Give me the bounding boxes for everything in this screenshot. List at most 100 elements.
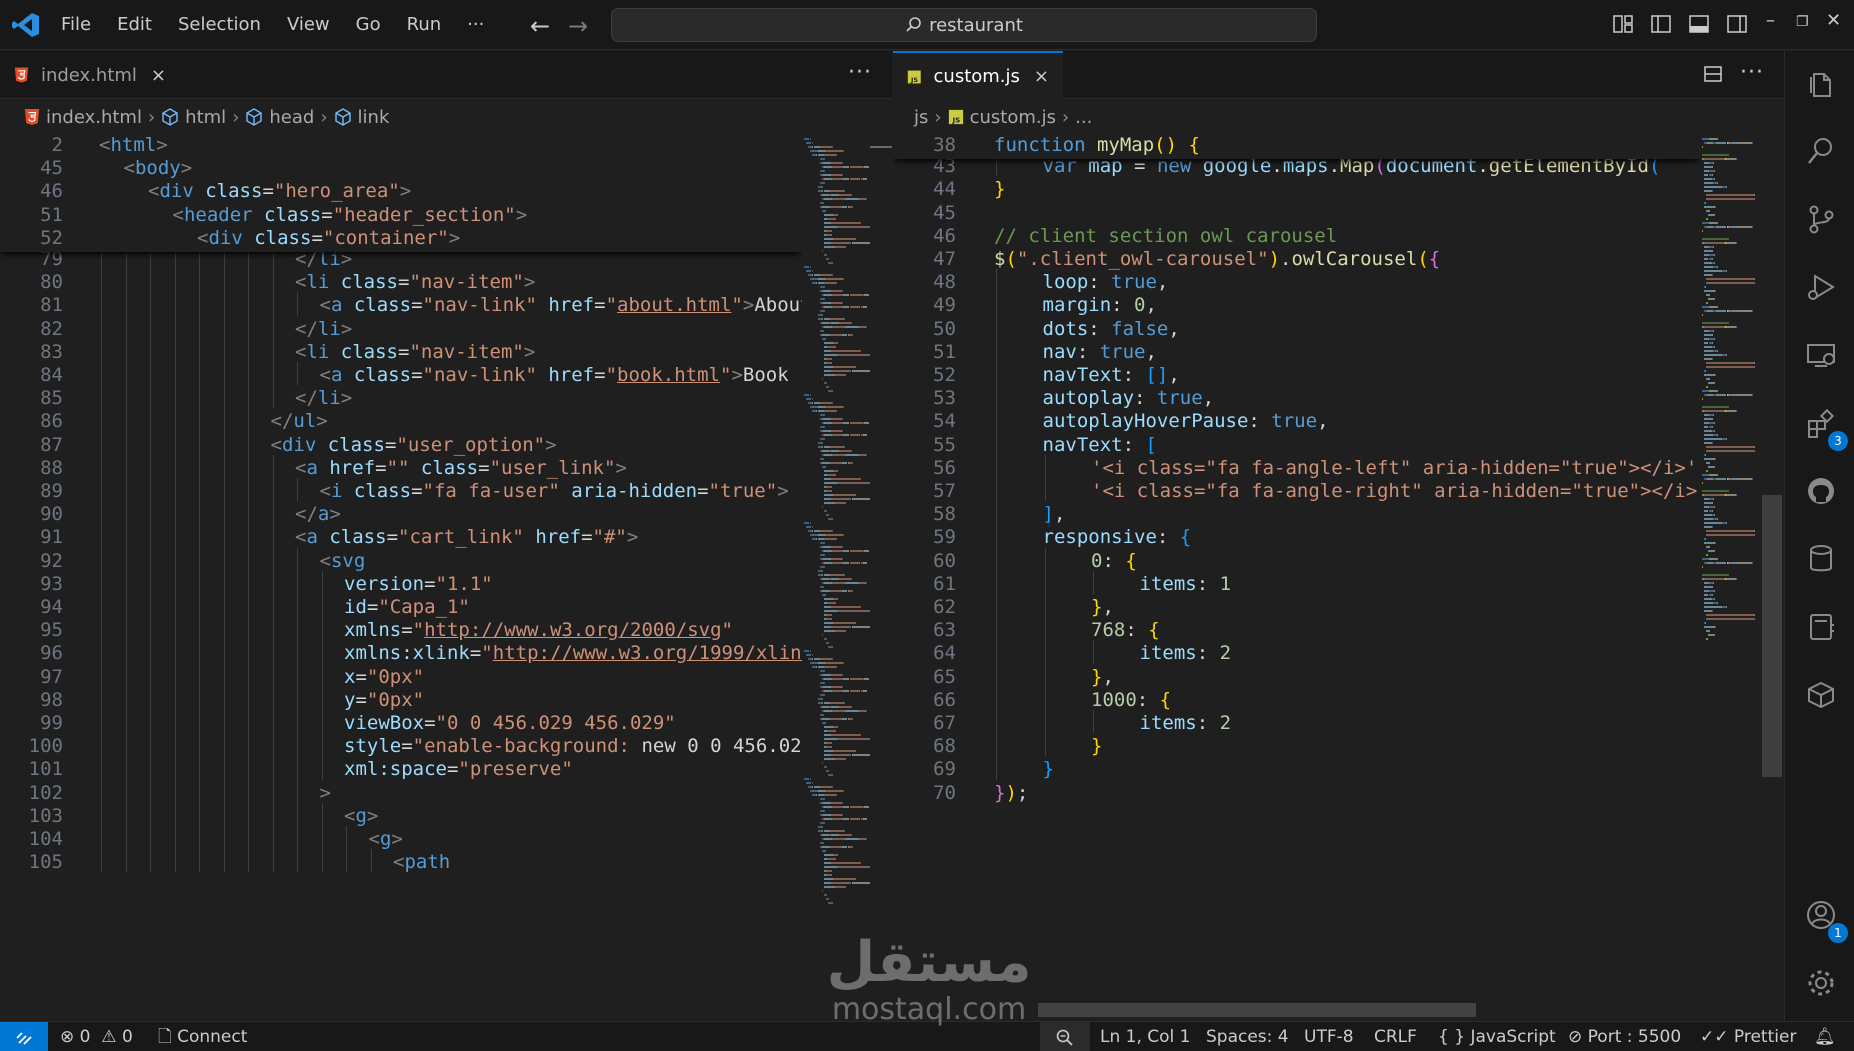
indent-guide bbox=[223, 385, 225, 409]
minimap-line bbox=[824, 354, 837, 356]
minimap-line bbox=[843, 662, 845, 664]
minimap-line bbox=[838, 578, 851, 580]
code-line[interactable]: 70}); bbox=[893, 780, 1700, 807]
zoom-indicator[interactable] bbox=[1040, 1022, 1090, 1051]
minimap-line bbox=[823, 330, 825, 332]
cursor-position[interactable]: Ln 1, Col 1 bbox=[1100, 1022, 1191, 1051]
problems-indicator[interactable]: ⊗ 0 ⚠ 0 bbox=[60, 1022, 133, 1051]
sticky-scroll-line[interactable]: 52 <div class="container"> bbox=[0, 225, 802, 252]
prettier-formatter[interactable]: ✓✓ Prettier bbox=[1700, 1022, 1796, 1051]
menu-view[interactable]: View bbox=[274, 8, 343, 42]
tab-index-html[interactable]: index.html × bbox=[0, 51, 180, 99]
left-scrollbar-indicator[interactable] bbox=[870, 146, 892, 148]
github-icon[interactable] bbox=[1805, 475, 1837, 507]
menu-go[interactable]: Go bbox=[343, 8, 394, 42]
editor-actions-more-icon[interactable]: ··· bbox=[848, 60, 872, 85]
minimap-line bbox=[831, 862, 861, 864]
minimap-line bbox=[824, 750, 832, 752]
minimap-line bbox=[1725, 410, 1736, 412]
toggle-panel-icon[interactable] bbox=[1688, 13, 1710, 35]
package-box-icon[interactable] bbox=[1805, 679, 1837, 711]
close-tab-icon[interactable]: × bbox=[151, 65, 166, 86]
indentation[interactable]: Spaces: 4 bbox=[1206, 1022, 1289, 1051]
menu-edit[interactable]: Edit bbox=[104, 8, 165, 42]
customize-layout-icon[interactable] bbox=[1612, 13, 1634, 35]
minimap-line bbox=[1702, 138, 1710, 140]
menu-file[interactable]: File bbox=[48, 8, 104, 42]
breadcrumb-symbol[interactable]: ... bbox=[1075, 107, 1092, 128]
encoding[interactable]: UTF-8 bbox=[1304, 1022, 1354, 1051]
minimap-line bbox=[829, 718, 842, 720]
source-control-icon[interactable] bbox=[1805, 203, 1837, 235]
right-minimap[interactable] bbox=[1700, 134, 1762, 1021]
forward-arrow-icon[interactable]: → bbox=[568, 12, 588, 40]
indent-guide bbox=[150, 710, 151, 734]
line-ending[interactable]: CRLF bbox=[1374, 1022, 1417, 1051]
minimap-line bbox=[831, 818, 843, 820]
minimap-line bbox=[1716, 434, 1718, 436]
minimap-line bbox=[811, 782, 813, 784]
live-server-port[interactable]: ⊘ Port : 5500 bbox=[1568, 1022, 1681, 1051]
indent-guide bbox=[125, 431, 127, 455]
explorer-files-icon[interactable] bbox=[1805, 67, 1837, 99]
back-arrow-icon[interactable]: ← bbox=[530, 12, 550, 40]
menu-run[interactable]: Run bbox=[394, 8, 455, 42]
restore-icon[interactable]: ❐ bbox=[1796, 14, 1809, 30]
menu-more[interactable]: ··· bbox=[454, 8, 497, 42]
right-vertical-scrollbar[interactable] bbox=[1762, 495, 1782, 777]
sticky-scroll[interactable]: 38 function myMap() { bbox=[893, 134, 1700, 160]
minimap-line bbox=[824, 482, 837, 484]
indent-guide bbox=[223, 617, 225, 641]
minimize-icon[interactable]: – bbox=[1766, 10, 1775, 31]
settings-gear-icon[interactable] bbox=[1805, 967, 1837, 999]
tab-custom-js[interactable]: JS custom.js × bbox=[893, 51, 1063, 100]
minimap-line bbox=[1753, 614, 1755, 616]
breadcrumb-html[interactable]: html bbox=[185, 107, 226, 128]
notebook-icon[interactable] bbox=[1805, 611, 1837, 643]
indent-guide bbox=[223, 269, 225, 293]
sticky-scroll-line[interactable]: 38 function myMap() { bbox=[893, 134, 1700, 159]
breadcrumb-file[interactable]: custom.js bbox=[970, 107, 1056, 128]
minimap-line bbox=[1706, 534, 1755, 536]
left-minimap[interactable] bbox=[802, 134, 870, 1021]
right-horizontal-scrollbar[interactable] bbox=[1038, 1003, 1476, 1017]
left-code-editor[interactable]: 2 <html> 45 <body> 46 <div class="hero_area">… bbox=[0, 134, 802, 1021]
breadcrumb-link[interactable]: link bbox=[358, 107, 390, 128]
toggle-primary-sidebar-icon[interactable] bbox=[1650, 13, 1672, 35]
remote-explorer-icon[interactable] bbox=[1805, 339, 1837, 371]
menu-selection[interactable]: Selection bbox=[165, 8, 274, 42]
minimap-line bbox=[824, 866, 837, 868]
minimap-line bbox=[824, 298, 826, 300]
minimap-line bbox=[835, 374, 846, 376]
search-icon[interactable] bbox=[1805, 135, 1837, 167]
minimap-line bbox=[831, 674, 842, 676]
language-mode[interactable]: { } JavaScript bbox=[1438, 1022, 1556, 1051]
connect-item[interactable]: 🗋 Connect bbox=[158, 1022, 247, 1051]
minimap-line bbox=[824, 694, 826, 696]
notifications-bell-icon[interactable]: 🔔︎ bbox=[1814, 1022, 1836, 1051]
minimap-line bbox=[824, 502, 834, 504]
minimap-line bbox=[824, 666, 837, 668]
right-code-editor[interactable]: 38 function myMap() {43 var map = new goog… bbox=[893, 134, 1700, 1021]
sticky-scroll[interactable]: 2 <html> 45 <body> 46 <div class="hero_area">… bbox=[0, 134, 802, 252]
minimap-line bbox=[1739, 142, 1752, 144]
breadcrumb-file[interactable]: index.html bbox=[46, 107, 142, 128]
remote-indicator[interactable] bbox=[0, 1022, 48, 1051]
close-window-icon[interactable]: ✕ bbox=[1826, 10, 1841, 31]
toggle-secondary-sidebar-icon[interactable] bbox=[1726, 13, 1748, 35]
minimap-line bbox=[826, 870, 832, 872]
close-tab-icon[interactable]: × bbox=[1034, 66, 1049, 87]
code-line[interactable]: 105 <path bbox=[0, 849, 802, 876]
indent-guide bbox=[125, 524, 127, 548]
database-icon[interactable] bbox=[1805, 543, 1837, 575]
command-center-search[interactable]: restaurant bbox=[611, 8, 1317, 42]
indent-guide bbox=[150, 431, 151, 455]
split-editor-icon[interactable] bbox=[1703, 64, 1723, 84]
breadcrumb-folder[interactable]: js bbox=[914, 107, 928, 128]
breadcrumb-head[interactable]: head bbox=[269, 107, 314, 128]
minimap-line bbox=[1713, 162, 1714, 164]
minimap-line bbox=[843, 790, 845, 792]
run-debug-icon[interactable] bbox=[1805, 271, 1837, 303]
minimap-line bbox=[1716, 182, 1718, 184]
editor-actions-more-icon[interactable]: ··· bbox=[1740, 60, 1764, 85]
